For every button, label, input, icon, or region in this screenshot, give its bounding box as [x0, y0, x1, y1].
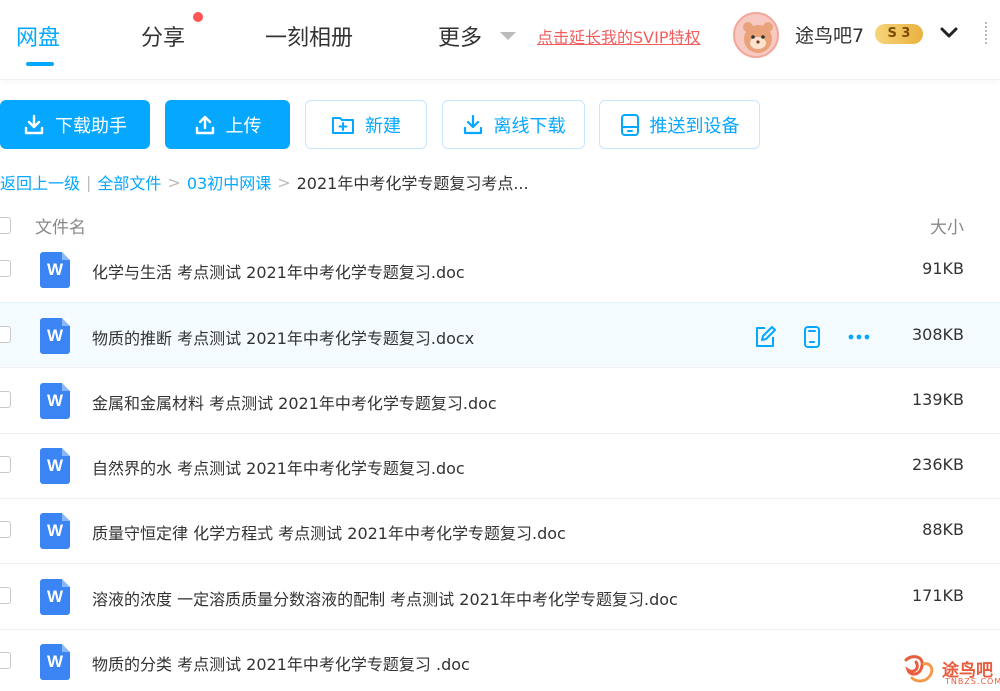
file-name[interactable]: 物质的分类 考点测试 2021年中考化学专题复习 .doc	[92, 651, 470, 675]
table-row[interactable]: W 化学与生活 考点测试 2021年中考化学专题复习.doc 91KB	[0, 237, 1000, 303]
watermark-subtext: TNBZS.COM	[945, 677, 1000, 686]
table-row[interactable]: W 溶液的浓度 一定溶质质量分数溶液的配制 考点测试 2021年中考化学专题复习…	[0, 564, 1000, 630]
file-size: 236KB	[911, 455, 964, 474]
caret-down-icon[interactable]	[500, 32, 516, 40]
row-checkbox[interactable]	[0, 326, 11, 343]
word-doc-icon: W	[40, 513, 70, 549]
breadcrumb-separator: >	[167, 172, 181, 192]
column-header-size[interactable]: 大小	[930, 213, 964, 238]
breadcrumb-separator: >	[277, 172, 291, 192]
new-label: 新建	[365, 115, 401, 137]
top-nav: 网盘 分享 一刻相册 更多 点击延长我的SVIP特权 途鸟吧7 S 3	[0, 0, 1000, 80]
breadcrumb-folder[interactable]: 03初中网课	[187, 170, 271, 194]
table-row[interactable]: W 质量守恒定律 化学方程式 考点测试 2021年中考化学专题复习.doc 88…	[0, 498, 1000, 564]
file-name[interactable]: 质量守恒定律 化学方程式 考点测试 2021年中考化学专题复习.doc	[92, 520, 566, 544]
file-size: 88KB	[922, 520, 964, 539]
row-checkbox[interactable]	[0, 521, 11, 538]
word-doc-icon: W	[40, 252, 70, 288]
breadcrumb-back[interactable]: 返回上一级	[0, 170, 80, 194]
file-name[interactable]: 溶液的浓度 一定溶质质量分数溶液的配制 考点测试 2021年中考化学专题复习.d…	[92, 586, 678, 610]
row-checkbox[interactable]	[0, 652, 11, 669]
tab-netdisk[interactable]: 网盘	[16, 20, 60, 52]
offline-download-button[interactable]: 离线下载	[442, 100, 585, 149]
breadcrumb: 返回上一级 | 全部文件 > 03初中网课 > 2021年中考化学专题复习考点.…	[0, 170, 529, 194]
download-helper-button[interactable]: 下载助手	[0, 100, 150, 149]
select-all-checkbox[interactable]	[0, 217, 11, 234]
table-row[interactable]: W 自然界的水 考点测试 2021年中考化学专题复习.doc 236KB	[0, 433, 1000, 499]
notification-dot	[193, 12, 203, 22]
word-doc-icon: W	[40, 448, 70, 484]
new-folder-icon	[332, 116, 354, 134]
breadcrumb-current: 2021年中考化学专题复习考点...	[296, 174, 529, 193]
table-row[interactable]: W 物质的推断 考点测试 2021年中考化学专题复习.docx 308KB	[0, 302, 1000, 368]
username[interactable]: 途鸟吧7	[795, 21, 864, 48]
column-header-name[interactable]: 文件名	[35, 213, 86, 238]
chevron-down-icon[interactable]	[938, 22, 960, 44]
word-doc-icon: W	[40, 579, 70, 615]
file-name[interactable]: 金属和金属材料 考点测试 2021年中考化学专题复习.doc	[92, 390, 497, 414]
row-checkbox[interactable]	[0, 587, 11, 604]
download-helper-label: 下载助手	[55, 115, 127, 137]
avatar[interactable]	[733, 12, 779, 58]
offline-download-icon	[463, 114, 482, 134]
upload-label: 上传	[225, 115, 262, 137]
row-checkbox[interactable]	[0, 391, 11, 408]
phone-icon[interactable]	[800, 325, 824, 349]
svip-renew-link[interactable]: 点击延长我的SVIP特权	[537, 24, 700, 48]
tab-moment-album[interactable]: 一刻相册	[265, 20, 353, 52]
file-name[interactable]: 自然界的水 考点测试 2021年中考化学专题复习.doc	[92, 455, 465, 479]
push-to-device-button[interactable]: 推送到设备	[599, 100, 760, 149]
grip-icon	[985, 22, 988, 44]
word-doc-icon: W	[40, 644, 70, 680]
tab-share[interactable]: 分享	[141, 20, 185, 52]
svip-level-badge: S 3	[875, 24, 923, 44]
edit-icon[interactable]	[753, 325, 777, 349]
push-to-device-label: 推送到设备	[649, 115, 740, 137]
upload-icon	[195, 115, 214, 134]
breadcrumb-all-files[interactable]: 全部文件	[97, 170, 161, 194]
row-checkbox[interactable]	[0, 260, 11, 277]
tab-more[interactable]: 更多	[438, 20, 482, 52]
download-icon	[24, 114, 44, 134]
word-doc-icon: W	[40, 318, 70, 354]
file-size: 91KB	[922, 259, 964, 278]
file-name[interactable]: 化学与生活 考点测试 2021年中考化学专题复习.doc	[92, 259, 465, 283]
file-size: 171KB	[911, 586, 964, 605]
table-row[interactable]: W 物质的分类 考点测试 2021年中考化学专题复习 .doc	[0, 629, 1000, 691]
file-size: 139KB	[911, 390, 964, 409]
more-icon[interactable]	[847, 325, 871, 349]
device-icon	[620, 113, 639, 136]
new-folder-button[interactable]: 新建	[305, 100, 427, 149]
word-doc-icon: W	[40, 383, 70, 419]
file-size: 308KB	[911, 325, 964, 344]
row-checkbox[interactable]	[0, 456, 11, 473]
file-name[interactable]: 物质的推断 考点测试 2021年中考化学专题复习.docx	[92, 325, 474, 349]
upload-button[interactable]: 上传	[165, 100, 290, 149]
table-row[interactable]: W 金属和金属材料 考点测试 2021年中考化学专题复习.doc 139KB	[0, 368, 1000, 434]
active-tab-indicator	[26, 62, 54, 66]
breadcrumb-divider: |	[86, 172, 92, 192]
offline-download-label: 离线下载	[493, 115, 566, 137]
